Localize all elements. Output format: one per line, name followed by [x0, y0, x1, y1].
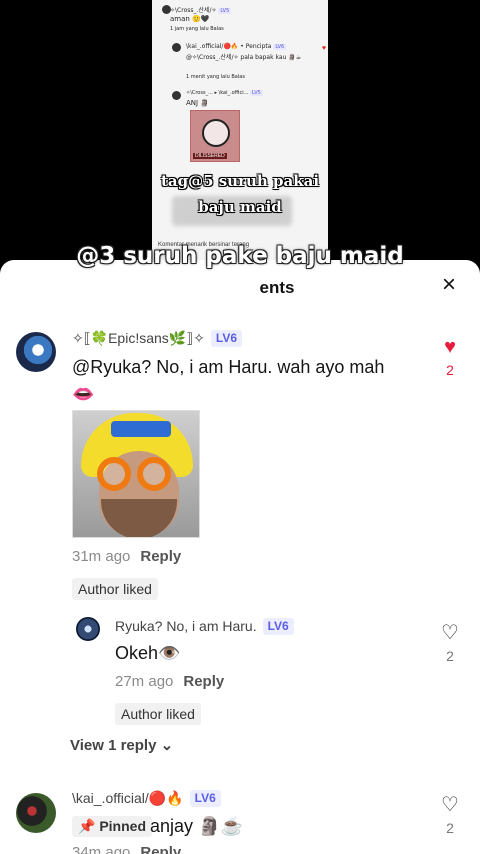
inner-level-badge: LV5 — [249, 90, 263, 96]
comment-author[interactable]: ✧⟦🍀Epic!sans🌿⟧✧ — [72, 330, 205, 346]
pinned-badge: 📌 Pinned — [72, 816, 152, 837]
inner-comment-meta: 1 menit yang lalu Balas — [186, 74, 245, 80]
comment-time: 31m ago — [72, 548, 131, 565]
heart-icon: ♥ — [444, 336, 456, 358]
view-replies-button[interactable]: View 1 reply ⌄ — [70, 736, 173, 754]
inner-level-badge: LV6 — [273, 44, 287, 50]
comment-author[interactable]: Ryuka? No, i am Haru. — [115, 618, 257, 634]
author-liked-badge: Author liked — [115, 703, 201, 725]
comment-emoji: 👄 — [72, 384, 95, 404]
heart-icon: ♥ — [321, 45, 326, 52]
comment-text: Okeh👁️ — [115, 643, 181, 663]
level-badge: LV6 — [262, 618, 294, 635]
avatar[interactable] — [16, 793, 56, 833]
inner-comment-text: ANJ 🗿 — [186, 99, 210, 107]
comment-author[interactable]: \kai_.official/🔴🔥 — [72, 790, 184, 806]
comments-sheet: ents × ✧⟦🍀Epic!sans🌿⟧✧ LV6 @Ryuka? No, i … — [0, 260, 480, 854]
heart-outline-icon: ♡ — [441, 794, 459, 816]
reply-button[interactable]: Reply — [183, 673, 224, 690]
comment-time: 34m ago — [72, 844, 131, 854]
inner-comment-name: ✧\Cross_.산세/✧ — [170, 7, 217, 14]
like-button[interactable]: ♥ 2 — [438, 336, 462, 378]
avatar — [172, 43, 181, 52]
author-liked-badge: Author liked — [72, 578, 158, 600]
inner-level-badge: LV5 — [218, 8, 232, 14]
inner-comment-name: ✧\Cross_... ▸ \kai_.offici... — [186, 90, 249, 96]
level-badge: LV6 — [189, 790, 221, 807]
inner-comment-name: \kai_.official/🔴🔥 • Pencipta — [186, 43, 272, 50]
video-overlay-text: tag@5 suruh pakai baju maid — [160, 172, 320, 216]
inner-comment-text: @✧\Cross_.산세/✧ pala bapak kau 🗿☕ — [186, 54, 302, 61]
inner-comment-meta: 1 jam yang lalu Balas — [170, 26, 224, 32]
video-player[interactable]: ✧\Cross_.산세/✧ LV5 aman 🙂🖤 1 jam yang lal… — [0, 0, 480, 270]
reply-button[interactable]: Reply — [140, 548, 181, 565]
app-screen: ✧\Cross_.산세/✧ LV5 aman 🙂🖤 1 jam yang lal… — [0, 0, 480, 854]
level-badge: LV6 — [210, 330, 243, 347]
sheet-title: ents — [259, 278, 295, 297]
like-count: 2 — [446, 820, 454, 836]
comment-text: anjay 🗿☕ — [150, 816, 243, 836]
video-caption: @3 suruh pake baju maid — [76, 243, 404, 269]
avatar — [172, 91, 181, 100]
close-icon[interactable]: × — [438, 273, 460, 297]
avatar[interactable] — [16, 332, 56, 372]
avatar[interactable] — [76, 617, 100, 641]
inner-comment-image: DILISSERED — [190, 110, 240, 162]
comment-time: 27m ago — [115, 673, 174, 690]
like-button[interactable]: ♡ 2 — [438, 794, 462, 836]
video-screenshot: ✧\Cross_.산세/✧ LV5 aman 🙂🖤 1 jam yang lal… — [152, 0, 328, 262]
image-caption: DILISSERED — [193, 153, 227, 159]
reply-button[interactable]: Reply — [140, 844, 181, 854]
like-button[interactable]: ♡ 2 — [438, 622, 462, 664]
skull-icon — [202, 119, 230, 147]
comment-image[interactable] — [72, 410, 200, 538]
heart-outline-icon: ♡ — [441, 622, 459, 644]
like-count: 2 — [446, 362, 454, 378]
inner-comment-text: aman 🙂🖤 — [170, 15, 210, 23]
like-count: 2 — [446, 648, 454, 664]
comment-text: @Ryuka? No, i am Haru. wah ayo mah — [72, 357, 385, 377]
